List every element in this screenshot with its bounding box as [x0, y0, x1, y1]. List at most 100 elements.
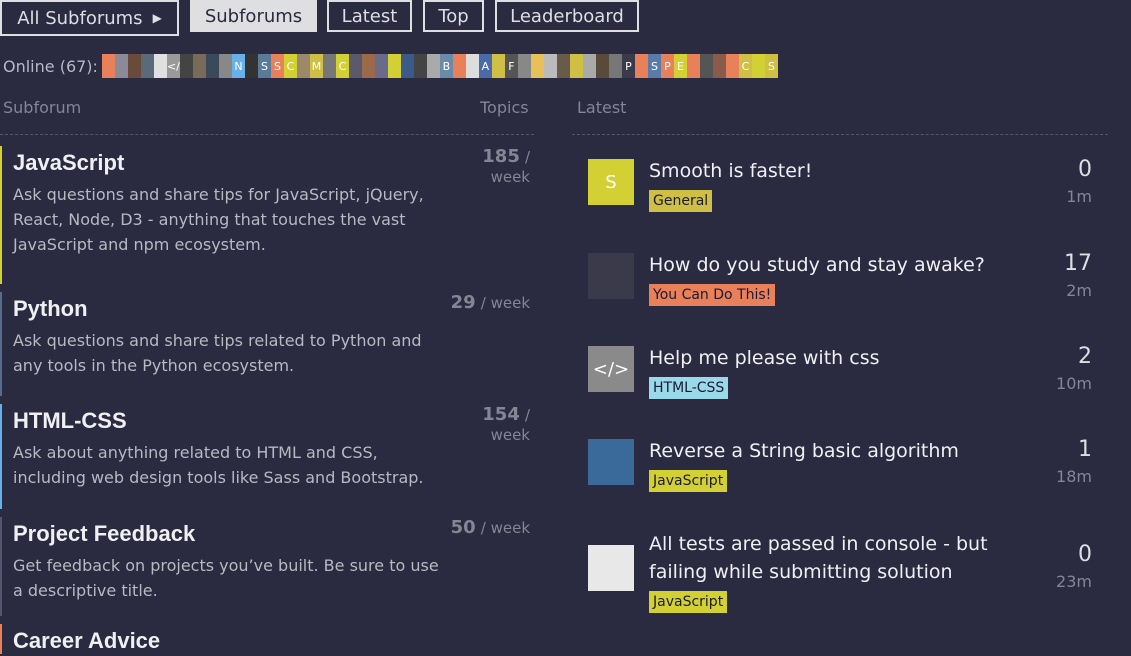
- topic-age: 1m: [1066, 187, 1092, 206]
- online-user-avatar[interactable]: B: [439, 54, 453, 78]
- online-user-avatar[interactable]: [153, 54, 167, 78]
- online-user-avatar[interactable]: C: [335, 54, 349, 78]
- online-user-avatar[interactable]: [400, 54, 414, 78]
- latest-topic-row[interactable]: Reverse a String basic algorithm JavaScri…: [588, 437, 1108, 517]
- online-user-avatar[interactable]: [686, 54, 700, 78]
- online-user-avatar[interactable]: [608, 54, 622, 78]
- all-subforums-label: All Subforums: [17, 7, 143, 29]
- subforum-description: Get feedback on projects you’ve built. B…: [13, 556, 439, 600]
- reply-count: 17: [1064, 251, 1092, 276]
- online-user-avatar[interactable]: C: [738, 54, 752, 78]
- online-user-avatar[interactable]: [361, 54, 375, 78]
- topic-title[interactable]: Smooth is faster! General: [649, 157, 989, 213]
- online-user-avatar[interactable]: [244, 54, 258, 78]
- topic-author-avatar[interactable]: </>: [588, 346, 634, 392]
- online-user-avatar[interactable]: [452, 54, 466, 78]
- topic-title-text: Help me please with css: [649, 347, 880, 369]
- online-user-avatar[interactable]: [712, 54, 726, 78]
- topics-per-week-count: 50: [450, 517, 476, 538]
- online-user-avatar[interactable]: P: [621, 54, 635, 78]
- online-user-avatar[interactable]: [374, 54, 388, 78]
- subforum-row[interactable]: Project Feedback Get feedback on projects…: [0, 517, 534, 616]
- topic-title[interactable]: Help me please with css HTML-CSS: [649, 344, 989, 400]
- topic-author-avatar[interactable]: [588, 439, 634, 485]
- online-user-avatar[interactable]: [218, 54, 232, 78]
- per-week-label: / week: [480, 294, 530, 312]
- subforum-topic-rate: 29 / week: [450, 292, 530, 313]
- tab-top[interactable]: Top: [423, 0, 484, 32]
- online-user-avatar[interactable]: [426, 54, 440, 78]
- online-user-avatar[interactable]: M: [309, 54, 323, 78]
- reply-count: 0: [1078, 157, 1092, 182]
- online-user-avatar[interactable]: F: [504, 54, 518, 78]
- online-user-avatar[interactable]: E: [673, 54, 687, 78]
- online-user-avatar[interactable]: [530, 54, 544, 78]
- online-user-avatar[interactable]: [192, 54, 206, 78]
- online-user-avatar[interactable]: C: [283, 54, 297, 78]
- topic-title[interactable]: Reverse a String basic algorithm JavaScri…: [649, 437, 989, 493]
- topic-category-tag[interactable]: JavaScript: [649, 470, 728, 492]
- online-user-avatar[interactable]: [101, 54, 115, 78]
- subforum-topic-rate: 185 / week: [450, 146, 530, 186]
- latest-topic-row[interactable]: All tests are passed in console - but fa…: [588, 530, 1108, 613]
- online-user-avatar[interactable]: [517, 54, 531, 78]
- online-user-avatar[interactable]: [205, 54, 219, 78]
- topic-author-avatar[interactable]: [588, 253, 634, 299]
- topic-author-avatar[interactable]: [588, 545, 634, 591]
- online-user-avatar[interactable]: [634, 54, 648, 78]
- online-user-avatar[interactable]: N: [231, 54, 245, 78]
- online-user-avatar[interactable]: [491, 54, 505, 78]
- topic-category-tag[interactable]: JavaScript: [649, 591, 728, 613]
- online-user-avatar[interactable]: [140, 54, 154, 78]
- topic-author-avatar[interactable]: S: [588, 159, 634, 205]
- online-user-avatar[interactable]: [543, 54, 557, 78]
- all-subforums-dropdown[interactable]: All Subforums ▶: [0, 0, 179, 36]
- subforum-row[interactable]: Python Ask questions and share tips relat…: [0, 292, 534, 396]
- online-user-avatar[interactable]: [387, 54, 401, 78]
- online-user-avatar[interactable]: [751, 54, 765, 78]
- online-user-avatar[interactable]: S: [764, 54, 778, 78]
- subforum-title[interactable]: Career Advice: [13, 626, 534, 656]
- online-user-avatar[interactable]: S: [257, 54, 271, 78]
- online-user-avatar[interactable]: A: [478, 54, 492, 78]
- online-user-avatar[interactable]: [348, 54, 362, 78]
- online-user-avatar[interactable]: [582, 54, 596, 78]
- online-user-avatar[interactable]: P: [660, 54, 674, 78]
- online-user-avatar[interactable]: [413, 54, 427, 78]
- tab-leaderboard[interactable]: Leaderboard: [495, 0, 639, 32]
- latest-topic-row[interactable]: </> Help me please with css HTML-CSS 2 10m: [588, 344, 1108, 424]
- online-user-avatar[interactable]: [127, 54, 141, 78]
- online-user-avatar[interactable]: [699, 54, 713, 78]
- online-user-avatar[interactable]: [322, 54, 336, 78]
- online-users: Online (67): </N S S C M C B A F P S P E C S: [3, 54, 778, 78]
- tab-subforums[interactable]: Subforums: [190, 0, 317, 32]
- per-week-label: / week: [480, 519, 530, 537]
- subforum-topic-rate: 50 / week: [450, 517, 530, 538]
- subforum-row[interactable]: Career Advice: [0, 624, 534, 654]
- online-user-avatar[interactable]: [465, 54, 479, 78]
- topics-per-week-count: 154: [482, 404, 520, 425]
- online-user-avatar[interactable]: </: [166, 54, 180, 78]
- subforum-row[interactable]: JavaScript Ask questions and share tips f…: [0, 146, 534, 284]
- online-count: Online (67):: [3, 56, 98, 76]
- tab-latest[interactable]: Latest: [327, 0, 412, 32]
- reply-count: 0: [1078, 542, 1092, 567]
- latest-topic-row[interactable]: S Smooth is faster! General 0 1m: [588, 157, 1108, 237]
- topic-title[interactable]: All tests are passed in console - but fa…: [649, 530, 989, 614]
- latest-topic-row[interactable]: How do you study and stay awake? You Can …: [588, 251, 1108, 331]
- online-user-avatar[interactable]: [556, 54, 570, 78]
- topic-category-tag[interactable]: HTML-CSS: [649, 377, 729, 399]
- online-user-avatar[interactable]: [114, 54, 128, 78]
- online-user-avatar[interactable]: [179, 54, 193, 78]
- topic-title[interactable]: How do you study and stay awake? You Can …: [649, 251, 989, 307]
- online-user-avatar[interactable]: [725, 54, 739, 78]
- subforum-row[interactable]: HTML-CSS Ask about anything related to HT…: [0, 404, 534, 509]
- online-user-avatar[interactable]: [569, 54, 583, 78]
- online-user-avatar[interactable]: [595, 54, 609, 78]
- online-user-avatar[interactable]: S: [647, 54, 661, 78]
- topic-category-tag[interactable]: General: [649, 190, 713, 212]
- online-user-avatar[interactable]: S: [270, 54, 284, 78]
- topic-title-text: All tests are passed in console - but fa…: [649, 533, 988, 583]
- online-user-avatar[interactable]: [296, 54, 310, 78]
- topic-category-tag[interactable]: You Can Do This!: [649, 284, 776, 306]
